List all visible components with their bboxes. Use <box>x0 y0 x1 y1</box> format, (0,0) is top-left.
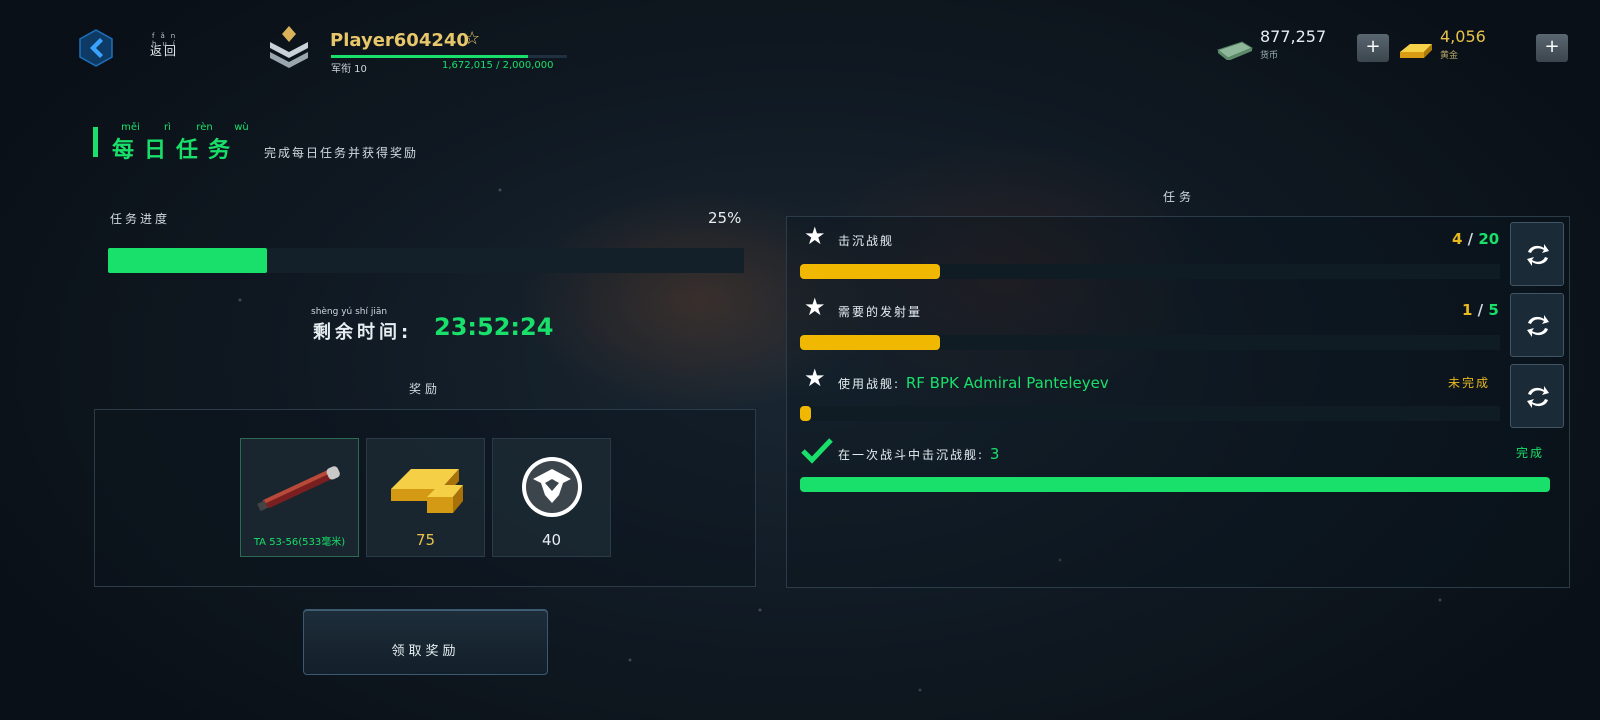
xp-progress-bar <box>331 55 567 58</box>
task-2-refresh-button[interactable] <box>1510 293 1564 357</box>
timer-ruby: shèng yú shí jiān <box>311 307 388 317</box>
task-1-progress-bar <box>800 264 1500 279</box>
add-money-button[interactable]: + <box>1357 34 1389 62</box>
refresh-icon <box>1527 386 1549 408</box>
timer-label: 剩余时间: <box>313 322 413 343</box>
task-4-progress-bar <box>800 477 1550 492</box>
task-1-text: 击沉战舰 <box>838 234 895 248</box>
refresh-icon <box>1527 244 1549 266</box>
add-gold-button[interactable]: + <box>1536 34 1568 62</box>
xp-text: 1,672,015 / 2,000,000 <box>442 60 554 71</box>
reward-item-torpedo[interactable]: TA 53-56(533毫米) <box>240 438 359 557</box>
task-4-progress-fill <box>800 477 1550 492</box>
tasks-label: 任务 <box>1163 190 1196 204</box>
gold-value: 4,056 <box>1440 27 1486 46</box>
refresh-icon <box>1527 315 1549 337</box>
task-2-count: 1 / 5 <box>1462 301 1499 319</box>
task-1-count: 4 / 20 <box>1452 230 1500 248</box>
daily-progress-bar <box>108 248 744 273</box>
plus-icon: + <box>1544 36 1560 57</box>
rank-insignia-icon <box>266 24 312 70</box>
reward-name: TA 53-56(533毫米) <box>253 537 346 548</box>
page-subtitle: 完成每日任务并获得奖励 <box>264 146 419 160</box>
timer-value: 23:52:24 <box>434 313 554 341</box>
plus-icon: + <box>1365 36 1381 57</box>
reward-item-gold[interactable]: 75 <box>366 438 485 557</box>
task-4-text: 在一次战斗中击沉战舰: 3 <box>838 445 1000 463</box>
progress-percent: 25% <box>708 209 742 227</box>
claim-rewards-button[interactable]: 领取奖励 <box>303 609 548 675</box>
progress-label: 任务进度 <box>110 212 171 226</box>
rank-label: 军衔 10 <box>331 64 367 75</box>
gold-label: 黄金 <box>1440 51 1459 61</box>
daily-progress-fill <box>108 248 267 273</box>
star-icon: ★ <box>804 222 826 250</box>
money-value: 877,257 <box>1260 27 1327 46</box>
gold-bars-icon <box>391 469 463 513</box>
task-2-text: 需要的发射量 <box>838 305 923 319</box>
claim-rewards-label: 领取奖励 <box>391 644 460 659</box>
star-icon: ★ <box>804 364 826 392</box>
task-3-status: 未完成 <box>1448 376 1491 390</box>
xp-progress-fill <box>331 55 529 58</box>
rewards-label: 奖励 <box>409 382 442 396</box>
star-outline-icon: ☆ <box>464 28 481 49</box>
reward-quantity: 75 <box>415 531 436 549</box>
task-4-status: 完成 <box>1516 446 1545 460</box>
reward-item-emblem[interactable]: 40 <box>492 438 611 557</box>
eagle-emblem-icon <box>522 457 582 517</box>
section-accent-bar <box>93 127 98 157</box>
page-title: 每日任务 <box>112 138 241 163</box>
task-1-progress-fill <box>800 264 940 279</box>
task-2-progress-bar <box>800 335 1500 350</box>
chevron-left-icon <box>79 29 113 67</box>
banknote-icon <box>1216 40 1254 61</box>
back-button[interactable] <box>78 28 114 68</box>
checkmark-icon <box>800 437 834 469</box>
torpedo-icon <box>257 466 340 512</box>
player-name: Player604240 <box>330 30 469 51</box>
task-3-refresh-button[interactable] <box>1510 364 1564 428</box>
money-label: 货币 <box>1260 51 1279 61</box>
back-label[interactable]: fǎn huí 返回 <box>150 32 178 59</box>
task-3-text: 使用战舰: RF BPK Admiral Panteleyev <box>838 374 1109 392</box>
task-1-refresh-button[interactable] <box>1510 222 1564 286</box>
reward-quantity: 40 <box>541 531 562 549</box>
gold-bar-icon <box>1398 36 1434 60</box>
star-icon: ★ <box>804 293 826 321</box>
task-2-progress-fill <box>800 335 940 350</box>
task-3-progress-bar <box>800 406 1500 421</box>
task-3-progress-fill <box>800 406 811 421</box>
